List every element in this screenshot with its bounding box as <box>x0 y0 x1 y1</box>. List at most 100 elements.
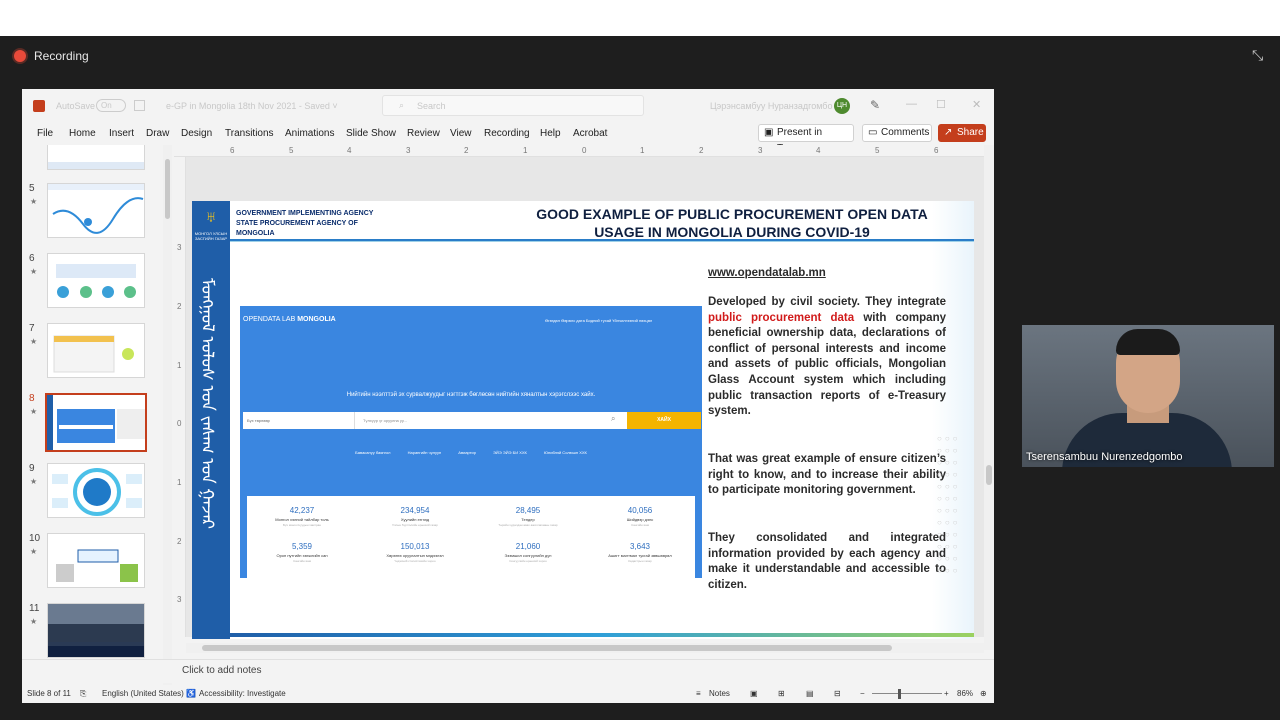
website-url: www.opendatalab.mn <box>708 267 826 279</box>
share-label: Share <box>957 127 984 138</box>
notes-pane[interactable]: Click to add notes <box>22 659 994 683</box>
scrollbar-thumb[interactable] <box>202 645 892 651</box>
slide-count: Slide 8 of 11 <box>27 689 71 698</box>
stat-source: Кадастрын газар <box>628 559 652 563</box>
notes-button[interactable]: Notes <box>709 689 730 698</box>
stat-item: 42,237 Монгол хэлний тайлбар толь Бүх монг… <box>247 506 357 527</box>
menu-transitions[interactable]: Transitions <box>225 128 274 139</box>
notes-icon: ≡ <box>696 689 701 698</box>
menu-recording[interactable]: Recording <box>484 128 530 139</box>
scrollbar-thumb[interactable] <box>165 159 170 219</box>
zoom-in-icon[interactable]: + <box>944 689 949 698</box>
map-preview-icon <box>56 549 138 582</box>
stat-value: 21,060 <box>515 542 541 551</box>
slide-thumbnail-9[interactable] <box>47 463 145 518</box>
brand-part-bold: MONGOLIA <box>297 316 336 323</box>
stat-label: Орон нутгийн хөгжлийн сан <box>276 553 328 558</box>
slide-thumbnail-4[interactable] <box>47 145 145 170</box>
ruler-tick: 1 <box>177 478 182 487</box>
star-icon: ★ <box>30 337 38 346</box>
participant-video: Tserensambuu Nurenzedgombo <box>1022 325 1274 467</box>
spellcheck-icon[interactable]: ⎘ <box>80 689 86 699</box>
slide-thumbnail-5[interactable] <box>47 183 145 238</box>
pen-icon[interactable]: ✎ <box>870 98 880 112</box>
slide-horizontal-scrollbar[interactable] <box>186 643 984 653</box>
top-white-bar <box>0 0 1280 36</box>
stat-label: Ашигт малтмал тусгай зөвшөөрөл <box>608 553 672 558</box>
share-button[interactable]: ↗ Share <box>938 124 986 142</box>
comments-button[interactable]: ▭ Comments <box>862 124 932 142</box>
language[interactable]: English (United States) <box>102 689 184 698</box>
menu-design[interactable]: Design <box>181 128 212 139</box>
zoom-level[interactable]: 86% <box>957 689 973 698</box>
user-name: Цэрэнсамбуу Нуранзадгомбо <box>710 101 833 111</box>
menu-acrobat[interactable]: Acrobat <box>573 128 607 139</box>
slide-thumbnail-6[interactable] <box>47 253 145 308</box>
menu-file[interactable]: File <box>37 128 53 139</box>
slide-thumbnail-11[interactable] <box>47 603 145 658</box>
stat-source: Бүх монголчуудын хамтран <box>283 523 321 527</box>
minimize-icon[interactable]: ⤡ <box>1252 47 1263 64</box>
thumbnail-scrollbar[interactable] <box>163 145 172 685</box>
slide-sorter-icon[interactable]: ⊞ <box>778 689 785 698</box>
document-title[interactable]: e-GP in Mongolia 18th Nov 2021 - Saved ˅ <box>166 101 338 111</box>
menu-insert[interactable]: Insert <box>109 128 134 139</box>
slide-vertical-scrollbar[interactable] <box>984 145 994 650</box>
zoom-out-icon[interactable]: − <box>860 689 865 698</box>
stat-label: Шийдвэр дэнс <box>626 517 654 522</box>
star-icon: ★ <box>30 477 38 486</box>
paragraph-text: with company beneficial ownership data, … <box>708 311 947 418</box>
search-icon: ⌕ <box>399 100 405 110</box>
autosave-label: AutoSave <box>56 101 96 111</box>
menu-review[interactable]: Review <box>407 128 440 139</box>
ruler-tick: 6 <box>934 146 939 155</box>
opendatalab-website-screenshot: OPENDATA LAB MONGOLIA Өгөгдөл Өөрөлс дат… <box>240 306 702 578</box>
ruler-tick: 3 <box>177 243 182 252</box>
website-nav: Өгөгдөл Өөрөлс дата Бидний тухай Үйлчилг… <box>545 318 653 323</box>
stat-item: 150,013 Хөрөнгө оруулалтын мэдээлэл Үндэсн… <box>360 542 470 563</box>
stat-source: Улсын бүртгэлийн ерөнхий газар <box>392 523 438 527</box>
stat-item: 234,954 Хуулийн этгээд Улсын бүртгэлийн ер… <box>360 506 470 527</box>
menu-draw[interactable]: Draw <box>146 128 169 139</box>
ruler-tick: 4 <box>347 146 352 155</box>
menu-slide-show[interactable]: Slide Show <box>346 128 396 139</box>
maximize-window-icon[interactable]: ☐ <box>936 98 946 111</box>
fit-slide-icon[interactable]: ⊕ <box>980 689 987 698</box>
zoom-slider[interactable] <box>872 693 942 694</box>
slide-thumbnail-7[interactable] <box>47 323 145 378</box>
normal-view-icon[interactable]: ▣ <box>750 689 758 698</box>
horizontal-ruler: 6 5 4 3 2 1 0 1 2 3 4 5 6 <box>174 145 994 157</box>
share-icon: ↗ <box>944 127 953 138</box>
slide-thumbnail-8-selected[interactable] <box>45 393 147 452</box>
ruler-tick: 3 <box>758 146 763 155</box>
close-window-icon[interactable]: ✕ <box>972 98 981 111</box>
infographic-preview-icon <box>56 264 136 298</box>
website-tagline: Нийтийн нээлттэй эх сурвалжуудыг нэгтгэж… <box>346 392 596 398</box>
recording-label: Recording <box>34 49 89 63</box>
website-search-row: Бүх төрлөөр Түлхүүр үг оруулна уу... ⌕ Х… <box>243 412 701 429</box>
slideshow-icon[interactable]: ⊟ <box>834 689 841 698</box>
slide-thumbnail-10[interactable] <box>47 533 145 588</box>
star-icon: ★ <box>30 547 38 556</box>
menu-view[interactable]: View <box>450 128 472 139</box>
agency-line: GOVERNMENT IMPLEMENTING AGENCY <box>236 210 374 217</box>
minimize-window-icon[interactable]: — <box>906 98 917 110</box>
present-in-teams-button[interactable]: ▣Present in Teams <box>758 124 854 154</box>
zoom-slider-thumb[interactable] <box>898 689 901 699</box>
slide[interactable]: ♅ МОНГОЛ УЛСЫН ЗАСГИЙН ГАЗАР ᠮᠣᠩᠭᠣᠯ ᠤᠯᠤᠰ… <box>192 201 974 639</box>
avatar[interactable]: ЦН <box>834 98 850 114</box>
menu-home[interactable]: Home <box>69 128 96 139</box>
menu-help[interactable]: Help <box>540 128 561 139</box>
save-icon[interactable] <box>134 100 145 111</box>
recording-bar: Recording ⤡ <box>0 36 1280 76</box>
reading-view-icon[interactable]: ▤ <box>806 689 814 698</box>
menu-animations[interactable]: Animations <box>285 128 334 139</box>
scrollbar-thumb[interactable] <box>986 465 992 485</box>
accessibility-status[interactable]: Accessibility: Investigate <box>199 689 286 698</box>
search-box[interactable]: ⌕ Search <box>382 95 644 116</box>
quick-link: Нарангийн чулуун <box>407 450 442 455</box>
autosave-toggle[interactable]: On <box>96 99 126 112</box>
ruler-tick: 5 <box>289 146 294 155</box>
table-preview-icon <box>53 335 134 373</box>
vertical-ruler: 3 2 1 0 1 2 3 <box>174 157 186 637</box>
